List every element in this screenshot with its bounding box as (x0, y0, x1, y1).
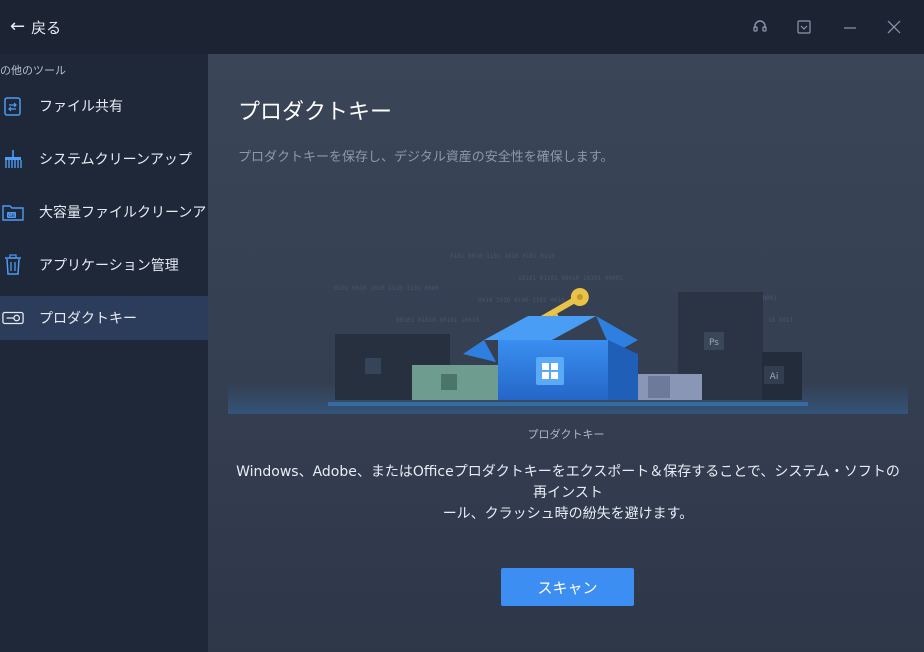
sidebar-item-app-management[interactable]: アプリケーション管理 (0, 243, 208, 287)
sidebar-item-label: プロダクトキー (39, 311, 137, 327)
sidebar-item-system-cleanup[interactable]: システムクリーンアップ (0, 137, 208, 181)
svg-text:0101 0010 1010 1110 1101 0000: 0101 0010 1010 1110 1101 0000 (334, 285, 439, 292)
page-subtitle: プロダクトキーを保存し、デジタル資産の安全性を確保します。 (238, 150, 614, 165)
scan-button[interactable]: スキャン (501, 568, 634, 606)
illustration-caption: プロダクトキー (527, 428, 605, 441)
sidebar: の他のツール ファイル共有 システムクリーンアップ GB 大容量ファイルクリーン… (0, 54, 234, 652)
svg-text:10 0011: 10 0011 (768, 317, 794, 324)
svg-text:GB: GB (8, 213, 15, 219)
back-button[interactable]: ← 戻る (10, 14, 61, 40)
minimize-icon[interactable] (836, 13, 864, 41)
dropdown-icon[interactable] (790, 13, 818, 41)
sidebar-item-label: ファイル共有 (39, 99, 123, 115)
file-share-icon (2, 95, 24, 117)
close-icon[interactable] (880, 13, 908, 41)
sidebar-item-label: アプリケーション管理 (39, 258, 179, 274)
svg-text:10101 01101 00010 10101 00001: 10101 01101 00010 10101 00001 (518, 275, 623, 282)
large-file-folder-icon: GB (2, 201, 24, 223)
sidebar-item-product-key[interactable]: プロダクトキー (0, 296, 208, 340)
sidebar-item-large-file-cleanup[interactable]: GB 大容量ファイルクリーンアップ (0, 190, 234, 234)
headset-icon[interactable] (746, 13, 774, 41)
main-panel: プロダクトキー プロダクトキーを保存し、デジタル資産の安全性を確保します。 01… (208, 54, 924, 652)
sidebar-item-label: システムクリーンアップ (39, 152, 192, 168)
sidebar-item-file-share[interactable]: ファイル共有 (0, 84, 208, 128)
key-icon (2, 307, 24, 329)
svg-text:0010 1010 0100 1101 0010: 0010 1010 0100 1101 0010 (478, 297, 565, 304)
product-key-illustration: 0101 0010 1101 1010 0101 0110 10101 0110… (228, 253, 908, 414)
arrow-left-icon: ← (10, 16, 26, 37)
sidebar-item-label: 大容量ファイルクリーンアップ (39, 205, 235, 221)
broom-icon (2, 148, 24, 170)
svg-text:00101 01010 00101 10010: 00101 01010 00101 10010 (396, 317, 479, 324)
description-line-2: ール、クラッシュ時の紛失を避けます。 (442, 506, 694, 522)
sidebar-title: の他のツール (0, 64, 66, 77)
description-line-1: Windows、Adobe、またはOfficeプロダクトキーをエクスポート＆保存… (236, 464, 900, 501)
photoshop-badge-text: Ps (709, 338, 719, 348)
back-label: 戻る (31, 18, 62, 37)
svg-text:0101 0010 1101 1010 0101 0110: 0101 0010 1101 1010 0101 0110 (450, 253, 555, 260)
description-text: Windows、Adobe、またはOfficeプロダクトキーをエクスポート＆保存… (236, 462, 900, 525)
trash-icon (2, 254, 24, 276)
page-title: プロダクトキー (238, 100, 393, 125)
illustrator-badge-text: Ai (770, 372, 779, 382)
title-bar: ← 戻る (0, 0, 924, 54)
